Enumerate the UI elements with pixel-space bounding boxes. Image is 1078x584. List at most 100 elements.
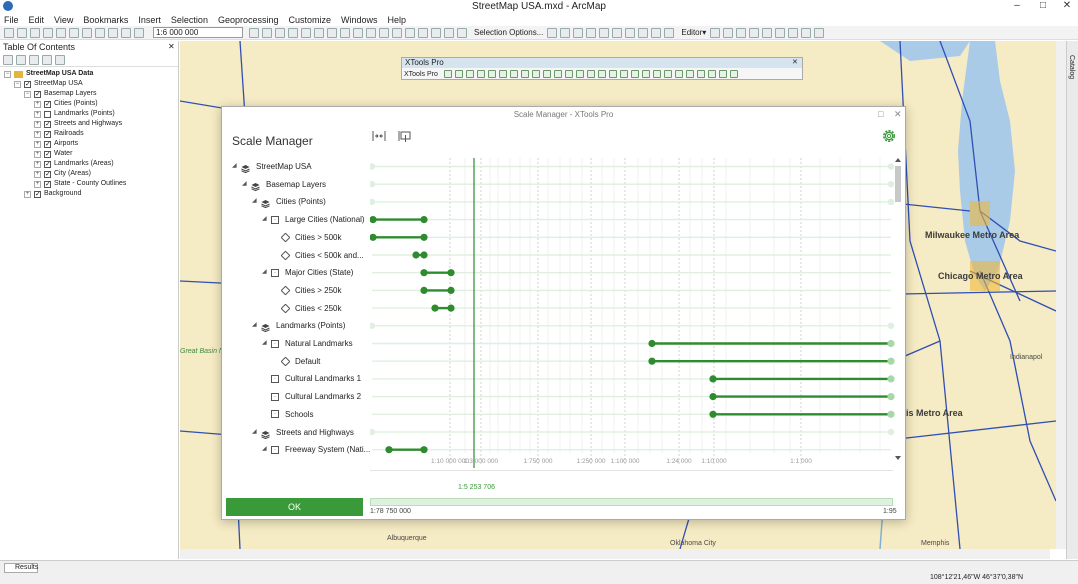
settings-gear-icon[interactable] [881, 128, 897, 144]
xtools-tool-14-icon[interactable] [586, 70, 595, 78]
tree-expander-icon[interactable]: ◢ [262, 264, 268, 281]
list-by-drawing-order-icon[interactable] [3, 54, 13, 65]
xtools-tool-24-icon[interactable] [696, 70, 705, 78]
tree-expander-icon[interactable]: ◢ [232, 158, 238, 175]
edit-tool-icon[interactable] [710, 27, 721, 38]
layer-tree-row[interactable]: ◢ · Freeway System (Nati... [262, 441, 370, 458]
expand-icon[interactable]: + [34, 140, 41, 148]
tree-expander-icon[interactable]: ◢ [262, 335, 268, 352]
scale-manager-titlebar[interactable]: Scale Manager - XTools Pro [222, 107, 905, 123]
save-icon[interactable] [30, 27, 40, 38]
attributes-icon[interactable] [788, 27, 799, 38]
expand-icon[interactable]: + [34, 100, 41, 108]
arctoolbox-icon[interactable] [301, 27, 311, 38]
forward-icon[interactable] [431, 27, 441, 38]
dialog-close-button[interactable]: ✕ [894, 109, 902, 120]
html-popup-icon[interactable] [586, 27, 597, 38]
layer-tree-row[interactable]: ◢ Landmarks (Points) [252, 317, 345, 334]
find-route-icon[interactable] [625, 27, 636, 38]
layer-tree-row[interactable]: · Cultural Landmarks 2 [262, 388, 361, 405]
layer-tree-row[interactable]: ◢ Basemap Layers [242, 176, 326, 193]
toc-layer-item[interactable]: + ✓ Cities (Points) [0, 99, 178, 109]
menu-edit[interactable]: Edit [29, 15, 45, 25]
xtools-tool-22-icon[interactable] [674, 70, 683, 78]
pan-icon[interactable] [366, 27, 376, 38]
menu-help[interactable]: Help [388, 15, 407, 25]
layer-tree-row[interactable]: ◢ Cities (Points) [252, 193, 326, 210]
layer-visibility-checkbox[interactable]: ✓ [44, 120, 51, 128]
collapse-icon[interactable]: − [24, 90, 31, 98]
xtools-tool-6-icon[interactable] [498, 70, 507, 78]
zoom-in-icon[interactable] [340, 27, 350, 38]
new-document-icon[interactable] [4, 27, 14, 38]
layer-visibility-checkbox[interactable]: ✓ [44, 150, 51, 158]
toc-layer-item[interactable]: + ✓ City (Areas) [0, 169, 178, 179]
map-scale-input[interactable]: 1:6 000 000 [153, 27, 243, 38]
xtools-tool-19-icon[interactable] [641, 70, 650, 78]
go-to-xy-icon[interactable] [638, 27, 649, 38]
list-by-visibility-icon[interactable] [29, 54, 39, 65]
xtools-tool-15-icon[interactable] [597, 70, 606, 78]
fixed-zoom-in-icon[interactable] [392, 27, 402, 38]
collapse-icon[interactable]: − [4, 70, 11, 78]
toc-layer-item[interactable]: + ✓ Railroads [0, 129, 178, 139]
xtools-tool-23-icon[interactable] [685, 70, 694, 78]
xtools-tool-11-icon[interactable] [553, 70, 562, 78]
xtools-tool-4-icon[interactable] [476, 70, 485, 78]
fit-range-icon[interactable] [372, 129, 386, 143]
xtools-tool-7-icon[interactable] [509, 70, 518, 78]
toc-layer-item[interactable]: + ✓ Streets and Highways [0, 119, 178, 129]
xtools-tool-20-icon[interactable] [652, 70, 661, 78]
xtools-tool-3-icon[interactable] [465, 70, 474, 78]
xtools-tool-12-icon[interactable] [564, 70, 573, 78]
toc-icon[interactable] [262, 27, 272, 38]
delete-icon[interactable] [95, 27, 105, 38]
open-icon[interactable] [17, 27, 27, 38]
model-builder-icon[interactable] [327, 27, 337, 38]
measure-icon[interactable] [599, 27, 610, 38]
full-extent-icon[interactable] [379, 27, 389, 38]
time-slider-icon[interactable] [651, 27, 662, 38]
map-horizontal-scrollbar[interactable] [180, 549, 1050, 559]
edit-vertices-icon[interactable] [723, 27, 734, 38]
close-button[interactable]: ✕ [1056, 0, 1078, 13]
layer-tree-row[interactable]: · Schools [262, 406, 313, 423]
sketch-properties-icon[interactable] [801, 27, 812, 38]
xtools-tool-8-icon[interactable] [520, 70, 529, 78]
tree-expander-icon[interactable]: ◢ [262, 211, 268, 228]
expand-icon[interactable]: + [34, 150, 41, 158]
menu-windows[interactable]: Windows [341, 15, 378, 25]
layer-tree-row[interactable]: ◢ StreetMap USA [232, 158, 312, 175]
cut-polygons-icon[interactable] [749, 27, 760, 38]
toc-layer-item[interactable]: − StreetMap USA Data [0, 69, 178, 79]
tree-expander-icon[interactable]: ◢ [242, 176, 248, 193]
layer-tree-row[interactable]: Cities > 500k [272, 229, 341, 246]
layer-tree-row[interactable]: ◢ Streets and Highways [252, 424, 354, 441]
menu-geoprocessing[interactable]: Geoprocessing [218, 15, 279, 25]
layer-visibility-checkbox[interactable]: ✓ [34, 90, 41, 98]
toc-layer-item[interactable]: + ✓ Landmarks (Areas) [0, 159, 178, 169]
selection-options-button[interactable]: Selection Options... [474, 28, 543, 37]
undo-icon[interactable] [108, 27, 118, 38]
set-current-scale-icon[interactable] [398, 129, 412, 143]
layer-tree-row[interactable]: Cities > 250k [272, 282, 341, 299]
results-tab[interactable]: Results [4, 563, 38, 573]
dialog-vertical-scrollbar[interactable] [894, 158, 902, 460]
copy-icon[interactable] [69, 27, 79, 38]
search-window-icon[interactable] [288, 27, 298, 38]
collapse-icon[interactable]: − [14, 80, 21, 88]
catalog-side-tab[interactable]: Catalog [1066, 41, 1078, 559]
xtools-tool-13-icon[interactable] [575, 70, 584, 78]
scale-range-chart[interactable]: 1:10 000 0001:3 000 000 1:750 000 1:250 00… [370, 158, 901, 468]
xtools-menu-label[interactable]: XTools Pro [404, 71, 438, 78]
menu-customize[interactable]: Customize [289, 15, 332, 25]
xtools-tool-10-icon[interactable] [542, 70, 551, 78]
menu-insert[interactable]: Insert [138, 15, 161, 25]
split-icon[interactable] [762, 27, 773, 38]
paste-icon[interactable] [82, 27, 92, 38]
layer-tree-row[interactable]: ◢ · Large Cities (National) [262, 211, 365, 228]
tree-expander-icon[interactable]: ◢ [252, 317, 258, 334]
reshape-icon[interactable] [736, 27, 747, 38]
tree-expander-icon[interactable]: ◢ [252, 193, 258, 210]
list-by-source-icon[interactable] [16, 54, 26, 65]
